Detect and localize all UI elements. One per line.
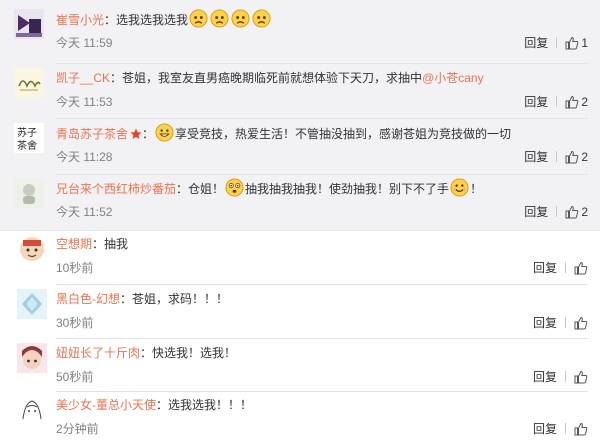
comment-text: 抽我 bbox=[104, 237, 129, 251]
thumbs-up-icon[interactable] bbox=[574, 261, 588, 281]
reply-button[interactable]: 回复 bbox=[524, 95, 548, 109]
grin-face-emoji-icon bbox=[155, 123, 174, 143]
svg-text:茶舍: 茶舍 bbox=[17, 139, 37, 152]
comment-text: 享受竞技，热爱生活！不管抽没抽到，感谢苍姐为竞技做的一切 bbox=[175, 127, 512, 141]
sad-face-emoji-icon bbox=[189, 9, 208, 29]
smile-face-emoji-icon bbox=[450, 178, 469, 198]
colon: ： bbox=[156, 398, 169, 412]
avatar[interactable] bbox=[17, 343, 47, 373]
colon: ： bbox=[142, 127, 155, 141]
thumbs-up-icon[interactable] bbox=[565, 36, 579, 56]
thumbs-up-icon[interactable] bbox=[574, 316, 588, 336]
reply-button[interactable]: 回复 bbox=[524, 205, 548, 219]
sad-face-emoji-icon bbox=[210, 9, 229, 29]
divider bbox=[56, 118, 588, 119]
sad-face-emoji-icon bbox=[231, 9, 250, 29]
thumbs-up-icon[interactable] bbox=[565, 95, 579, 115]
username-link[interactable]: 黑白色-幻想 bbox=[56, 292, 120, 306]
colon: ： bbox=[140, 346, 153, 360]
reply-button[interactable]: 回复 bbox=[524, 36, 548, 50]
like-count: 2 bbox=[581, 150, 588, 164]
comment-time: 10秒前 bbox=[56, 261, 94, 275]
thumbs-up-icon[interactable] bbox=[574, 370, 588, 390]
colon: ： bbox=[104, 13, 117, 27]
comment-time: 今天 11:53 bbox=[56, 95, 113, 109]
like-count: 2 bbox=[581, 95, 588, 109]
avatar[interactable] bbox=[14, 9, 44, 39]
like-count: 1 bbox=[581, 36, 588, 50]
avatar[interactable] bbox=[17, 289, 47, 319]
username-link[interactable]: 崔雪小光 bbox=[56, 13, 104, 27]
username-link[interactable]: 凯子__CK bbox=[56, 71, 110, 85]
comment-text: 抽我抽我抽我！使劲抽我！别下不了手 bbox=[245, 182, 450, 196]
reply-button[interactable]: 回复 bbox=[524, 150, 548, 164]
username-link[interactable]: 兄台来个西红柿炒番茄 bbox=[56, 182, 176, 196]
comment-time: 今天 11:52 bbox=[56, 205, 113, 219]
avatar[interactable] bbox=[14, 178, 44, 208]
comment-time: 今天 11:59 bbox=[56, 36, 113, 50]
sad-face-emoji-icon bbox=[252, 9, 271, 29]
avatar[interactable] bbox=[14, 68, 44, 98]
divider bbox=[556, 96, 558, 107]
divider bbox=[56, 174, 588, 175]
divider bbox=[556, 37, 558, 48]
divider bbox=[56, 63, 588, 64]
avatar[interactable]: 苏子 茶舍 bbox=[14, 123, 44, 153]
username-link[interactable]: 空想期 bbox=[56, 237, 92, 251]
divider bbox=[565, 423, 566, 434]
divider bbox=[565, 371, 566, 382]
divider bbox=[565, 262, 566, 273]
divider bbox=[56, 391, 588, 392]
svg-text:苏子: 苏子 bbox=[17, 126, 37, 139]
comment-text: 选我选我选我 bbox=[116, 13, 189, 27]
username-link[interactable]: 美少女-董总小天使 bbox=[56, 398, 156, 412]
comment-text: 快选我！选我！ bbox=[152, 346, 237, 360]
red-star-icon bbox=[130, 126, 142, 143]
reply-button[interactable]: 回复 bbox=[533, 261, 557, 275]
divider bbox=[565, 317, 566, 328]
divider bbox=[56, 284, 588, 285]
colon: ： bbox=[176, 182, 189, 196]
comment-time: 2分钟前 bbox=[56, 422, 99, 436]
reply-button[interactable]: 回复 bbox=[533, 422, 557, 436]
comment-text: 苍姐，求码！！！ bbox=[132, 292, 229, 306]
thumbs-up-icon[interactable] bbox=[565, 150, 579, 170]
avatar[interactable] bbox=[17, 234, 47, 264]
thumbs-up-icon[interactable] bbox=[574, 422, 588, 442]
colon: ： bbox=[92, 237, 105, 251]
comment-text: 仓姐！ bbox=[188, 182, 225, 196]
comment-time: 50秒前 bbox=[56, 370, 94, 384]
reply-button[interactable]: 回复 bbox=[533, 370, 557, 384]
comment-text: 选我选我！！！ bbox=[168, 398, 253, 412]
username-link[interactable]: 妞妞长了十斤肉 bbox=[56, 346, 140, 360]
comment-text: 苍姐，我室友直男癌晚期临死前就想体验下天刀，求抽中 bbox=[122, 71, 423, 85]
divider bbox=[556, 206, 558, 217]
comment-time: 30秒前 bbox=[56, 316, 94, 330]
mention-link[interactable]: @小苍cany bbox=[422, 71, 484, 85]
colon: ： bbox=[120, 292, 133, 306]
thumbs-up-icon[interactable] bbox=[565, 205, 579, 225]
divider bbox=[556, 151, 558, 162]
divider bbox=[56, 338, 588, 339]
shocked-face-emoji-icon bbox=[225, 178, 244, 198]
avatar[interactable] bbox=[17, 395, 47, 425]
username-link[interactable]: 青岛苏子茶舍 bbox=[56, 127, 128, 141]
colon: ： bbox=[110, 71, 123, 85]
comment-time: 今天 11:28 bbox=[56, 150, 113, 164]
comment-text: ！ bbox=[470, 182, 483, 196]
reply-button[interactable]: 回复 bbox=[533, 316, 557, 330]
like-count: 2 bbox=[581, 205, 588, 219]
